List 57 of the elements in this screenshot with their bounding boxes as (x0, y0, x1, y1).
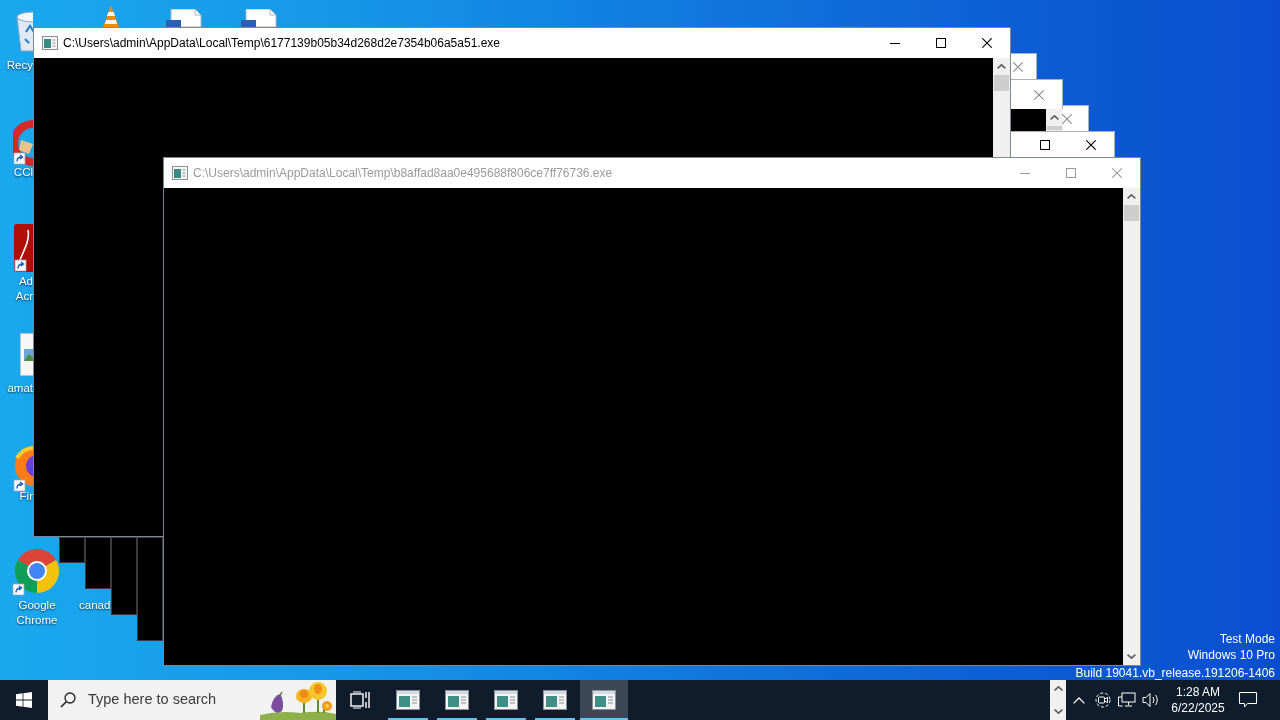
windows-edition-text: Windows 10 Pro (1187, 647, 1275, 663)
document-icon[interactable] (240, 9, 278, 27)
maximize-icon (936, 38, 946, 48)
desktop-icon-label: amat (7, 381, 33, 396)
volume-icon (1142, 692, 1160, 708)
scroll-thumb[interactable] (1047, 126, 1062, 130)
image-file-icon[interactable] (20, 333, 33, 377)
chevron-down-icon (1053, 709, 1063, 714)
minimize-icon (890, 42, 900, 44)
test-mode-text: Test Mode (1219, 631, 1275, 647)
desktop-icon-label: Google Chrome (16, 598, 58, 628)
console-output (1011, 109, 1046, 131)
taskbar-app-button[interactable] (580, 680, 628, 720)
traffic-cone-icon[interactable] (101, 5, 121, 27)
console-app-icon (543, 690, 567, 710)
desktop-icon-label: Ad Acr (15, 274, 33, 304)
maximize-icon[interactable] (1040, 139, 1050, 150)
console-app-icon (592, 690, 616, 710)
network-icon (1118, 692, 1136, 708)
window-title: C:\Users\admin\AppData\Local\Temp\6177139b05b34d268d2e7354b06a5a51.exe (63, 35, 500, 51)
scroll-thumb[interactable] (1124, 205, 1139, 221)
search-input[interactable]: Type here to search (88, 689, 248, 711)
console-app-icon (396, 690, 420, 710)
app-shortcut-icon[interactable] (13, 120, 33, 166)
console-app-icon (494, 690, 518, 710)
console-app-icon (172, 166, 188, 180)
scroll-thumb[interactable] (994, 75, 1009, 91)
chevron-up-icon (997, 64, 1006, 69)
chevron-down-icon (1127, 654, 1136, 659)
console-app-icon (42, 36, 58, 50)
browser-icon[interactable] (12, 546, 62, 596)
desktop-icon-label: Fir (19, 489, 33, 504)
camera-icon (1095, 692, 1111, 708)
notification-icon (1239, 692, 1257, 708)
console-app-icon (445, 690, 469, 710)
build-number-text: Build 19041.vb_release.191206-1406 (1075, 667, 1275, 680)
close-icon (982, 38, 992, 48)
task-view-icon (350, 691, 370, 709)
document-icon[interactable] (165, 9, 203, 27)
minimize-icon (1020, 172, 1030, 174)
maximize-icon (1066, 168, 1076, 178)
app-shortcut-icon[interactable] (14, 224, 33, 272)
search-icon (60, 692, 76, 708)
close-icon (1112, 168, 1122, 178)
chevron-up-icon (1073, 696, 1085, 704)
windows-logo-icon (16, 692, 32, 708)
window-title: C:\Users\admin\AppData\Local\Temp\b8affad8aa0e495688f806ce7ff76736.exe (193, 165, 613, 181)
desktop-icon-label: canad (79, 598, 111, 613)
chevron-up-icon (1127, 194, 1136, 199)
close-icon[interactable] (1086, 139, 1096, 150)
desktop-icon-label: CCl (13, 165, 33, 180)
chevron-up-icon (1050, 115, 1059, 120)
desktop-icon-label: Recy (6, 58, 33, 73)
chevron-up-icon (1053, 686, 1063, 691)
clock-time[interactable]: 1:28 AM (1176, 684, 1220, 700)
clock-date[interactable]: 6/22/2025 (1171, 700, 1225, 716)
search-bar[interactable]: Type here to search (48, 680, 336, 720)
